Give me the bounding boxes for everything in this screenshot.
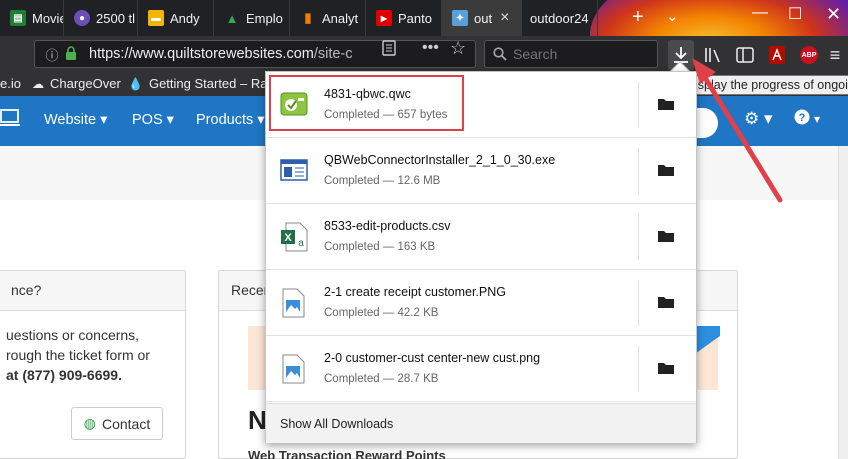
settings-gear-icon[interactable]: ⚙ ▾ — [744, 109, 773, 129]
svg-text:?: ? — [799, 112, 806, 124]
open-folder-icon[interactable] — [658, 362, 674, 374]
download-filename: QBWebConnectorInstaller_2_1_0_30.exe — [324, 153, 556, 167]
chargeover-icon: ☁ — [32, 76, 44, 91]
tab-panto[interactable]: ▶ Panto — [366, 0, 442, 36]
bookmark-chargeover[interactable]: ☁ ChargeOver — [32, 76, 121, 91]
library-icon — [705, 48, 720, 63]
nav-pos[interactable]: POS ▾ — [132, 112, 174, 128]
svg-text:a: a — [298, 238, 304, 249]
search-icon — [493, 47, 507, 61]
youtube-icon: ▶ — [376, 10, 392, 26]
reader-view-icon[interactable] — [382, 40, 396, 60]
desktop-icon[interactable] — [0, 109, 20, 132]
sidebar-button[interactable] — [732, 44, 758, 66]
open-folder-icon[interactable] — [658, 164, 674, 176]
nav-products[interactable]: Products ▾ — [196, 112, 265, 128]
sheets-icon: ▤ — [10, 10, 26, 26]
pdf-extension-button[interactable] — [764, 44, 790, 66]
site-favicon-icon: ✦ — [452, 10, 468, 26]
tab-2500[interactable]: ● 2500 tl — [64, 0, 138, 36]
download-status: Completed — 12.6 MB — [324, 175, 441, 187]
excel-file-icon: Xa — [280, 222, 308, 252]
tab-close-icon[interactable]: × — [500, 9, 509, 27]
download-item[interactable]: Xa 8533-edit-products.csv Completed — 16… — [266, 204, 696, 270]
page-actions-ellipsis-icon[interactable]: ••• — [422, 39, 439, 57]
url-bar[interactable]: ⓘ https://www.quiltstorewebsites.com/sit… — [34, 40, 476, 68]
info-icon[interactable]: ⓘ — [41, 45, 63, 64]
highlight-box — [269, 75, 464, 131]
tab-movie[interactable]: ▤ Movie — [0, 0, 64, 36]
support-card-title: nce? — [0, 271, 185, 311]
tab-active-out[interactable]: ✦ out × — [442, 0, 522, 36]
exe-file-icon — [280, 156, 308, 186]
tab-strip: ▤ Movie ● 2500 tl ▬ Andy ▲ Emplo ▮ Analy… — [0, 0, 848, 36]
search-bar[interactable] — [484, 40, 658, 68]
tab-outdoor24[interactable]: outdoor24 — [522, 0, 598, 36]
image-file-icon — [280, 288, 308, 318]
help-icon[interactable]: ? — [794, 109, 810, 130]
download-item[interactable]: 2-0 customer-cust center-new cust.png Co… — [266, 336, 696, 402]
bookmark-star-icon[interactable]: ☆ — [450, 38, 466, 59]
raindrop-icon: 💧 — [128, 76, 143, 91]
divider — [638, 280, 639, 326]
url-text[interactable]: https://www.quiltstorewebsites.com/site-… — [89, 46, 374, 62]
sidebar-icon — [736, 47, 754, 63]
search-input[interactable] — [513, 46, 643, 62]
image-file-icon — [280, 354, 308, 384]
divider — [638, 346, 639, 392]
show-all-downloads-button[interactable]: Show All Downloads — [266, 403, 696, 443]
drive-icon: ▲ — [225, 10, 239, 26]
tab-list-chevron-icon[interactable]: ⌄ — [666, 6, 679, 28]
downloads-tooltip: Display the progress of ongoing download… — [679, 75, 848, 95]
nav-website[interactable]: Website ▾ — [44, 112, 107, 128]
minimize-icon[interactable]: — — [752, 4, 768, 22]
lifebuoy-icon: ◍ — [83, 415, 96, 431]
new-tab-plus-icon[interactable]: + — [632, 6, 644, 28]
download-filename: 2-0 customer-cust center-new cust.png — [324, 351, 541, 365]
firefox-theme-art — [590, 0, 848, 36]
download-status: Completed — 42.2 KB — [324, 307, 439, 319]
divider — [638, 82, 639, 128]
download-filename: 2-1 create receipt customer.PNG — [324, 285, 507, 299]
acrobat-icon — [769, 46, 785, 64]
tab-andy[interactable]: ▬ Andy — [138, 0, 214, 36]
lock-icon[interactable] — [65, 45, 81, 63]
person-icon: ● — [74, 10, 90, 26]
download-status: Completed — 28.7 KB — [324, 373, 439, 385]
support-text: uestions or concerns, rough the ticket f… — [6, 327, 150, 383]
contact-button[interactable]: ◍ Contact — [71, 407, 163, 440]
analytics-icon: ▮ — [304, 10, 312, 25]
download-status: Completed — 163 KB — [324, 241, 436, 253]
download-item[interactable]: QBWebConnectorInstaller_2_1_0_30.exe Com… — [266, 138, 696, 204]
maximize-icon[interactable]: ☐ — [788, 4, 802, 24]
open-folder-icon[interactable] — [658, 98, 674, 110]
menu-button[interactable]: ≡ — [822, 44, 848, 66]
open-folder-icon[interactable] — [658, 230, 674, 242]
open-folder-icon[interactable] — [658, 296, 674, 308]
close-window-icon[interactable]: ✕ — [826, 4, 841, 25]
tab-analyt[interactable]: ▮ Analyt — [290, 0, 366, 36]
bookmark-eio[interactable]: e.io — [0, 76, 21, 91]
section-subheading: Web Transaction Reward Points — [248, 448, 446, 459]
adblock-plus-icon: ABP — [800, 46, 818, 64]
download-filename: 8533-edit-products.csv — [324, 219, 451, 233]
hamburger-menu-icon: ≡ — [829, 44, 841, 65]
library-button[interactable] — [700, 44, 726, 66]
svg-text:X: X — [284, 232, 292, 244]
divider — [638, 214, 639, 260]
tab-emplo[interactable]: ▲ Emplo — [214, 0, 290, 36]
divider — [638, 148, 639, 194]
slides-icon: ▬ — [148, 10, 164, 26]
download-item[interactable]: 2-1 create receipt customer.PNG Complete… — [266, 270, 696, 336]
section-heading: N — [248, 405, 267, 435]
adblock-plus-button[interactable]: ABP — [796, 44, 822, 66]
help-chevron-icon[interactable]: ▾ — [814, 112, 820, 126]
page-scrollbar[interactable] — [838, 146, 848, 459]
